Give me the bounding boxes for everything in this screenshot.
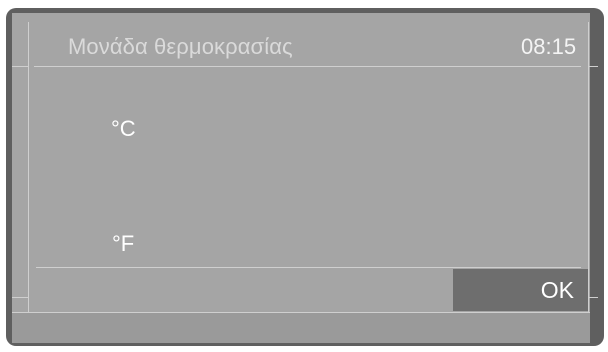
footer-divider: [36, 267, 581, 268]
bottom-strip: [12, 313, 590, 343]
bottom-divider: [12, 312, 590, 313]
option-fahrenheit[interactable]: °F: [112, 231, 134, 257]
header-divider: [34, 66, 581, 67]
clock-time: 08:15: [521, 34, 577, 59]
option-celsius[interactable]: °C: [111, 116, 136, 142]
frame-tick-left-bottom: [12, 297, 28, 298]
screen-title: Μονάδα θερμοκρασίας: [68, 34, 293, 59]
frame-tick-right-bottom: [589, 297, 598, 298]
frame-left-line: [28, 22, 29, 312]
ok-button-label: OK: [540, 276, 574, 303]
frame-tick-right-top: [589, 66, 598, 67]
ok-button[interactable]: OK: [453, 269, 588, 311]
frame-tick-left-top: [12, 66, 28, 67]
